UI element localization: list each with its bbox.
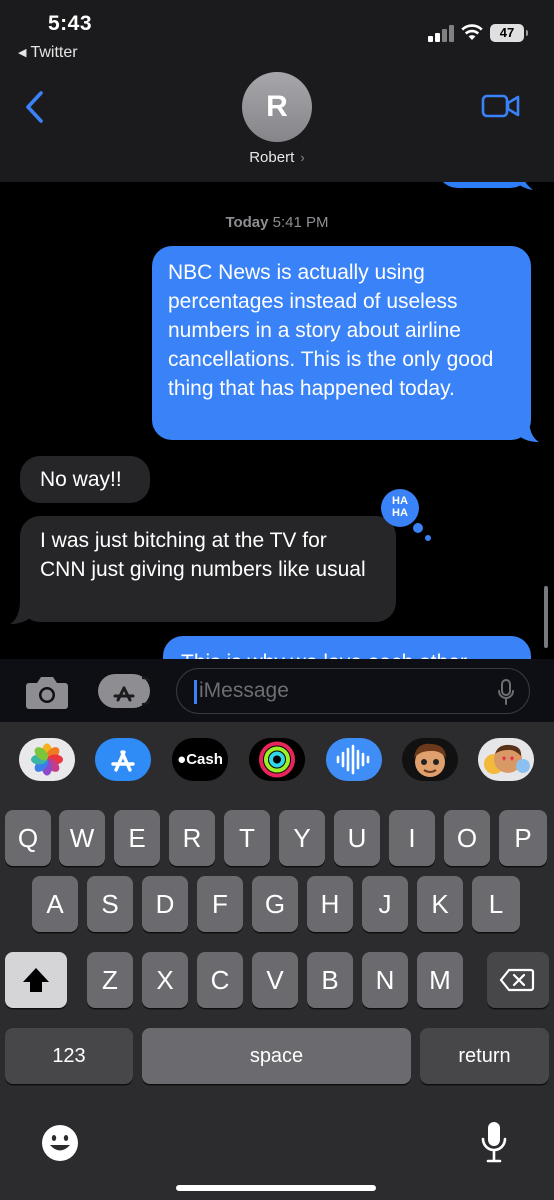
reaction-label: HA HA: [392, 495, 408, 519]
audio-message-app-button[interactable]: [326, 738, 382, 781]
outgoing-message-bubble[interactable]: NBC News is actually using percentages i…: [152, 246, 531, 440]
message-input-bar: iMessage: [0, 659, 554, 722]
delete-key[interactable]: [487, 952, 549, 1008]
key-q[interactable]: Q: [5, 810, 51, 866]
shift-key[interactable]: [5, 952, 67, 1008]
photos-app-button[interactable]: [19, 738, 75, 781]
app-store-app-button[interactable]: [95, 738, 151, 781]
key-p[interactable]: P: [499, 810, 547, 866]
message-thread[interactable]: Today 5:41 PM NBC News is actually using…: [0, 182, 554, 659]
back-app-label: Twitter: [30, 44, 78, 61]
incoming-message-bubble[interactable]: No way!!: [20, 456, 150, 503]
battery-indicator: 47: [490, 24, 528, 42]
imessage-placeholder: iMessage: [199, 679, 289, 702]
back-to-app-link[interactable]: ◀ Twitter: [18, 44, 78, 62]
apple-cash-app-button[interactable]: ●Cash: [172, 738, 228, 781]
dictation-mic-icon[interactable]: [497, 679, 515, 705]
imessage-input[interactable]: iMessage: [176, 668, 530, 714]
key-g[interactable]: G: [252, 876, 298, 932]
contact-name-label: Robert: [249, 149, 295, 166]
wifi-icon: [461, 24, 483, 40]
key-n[interactable]: N: [362, 952, 408, 1008]
haha-reaction-badge[interactable]: HA HA: [378, 488, 436, 544]
status-time: 5:43: [48, 12, 93, 35]
key-f[interactable]: F: [197, 876, 243, 932]
conversation-header: 5:43 ◀ Twitter 47 R Robert ›: [0, 0, 554, 182]
photos-icon: [31, 743, 63, 776]
app-store-glyph-icon: [113, 677, 156, 705]
dictation-icon[interactable]: [480, 1120, 508, 1164]
app-store-icon: [111, 750, 135, 772]
key-j[interactable]: J: [362, 876, 408, 932]
key-l[interactable]: L: [472, 876, 520, 932]
shift-arrow-icon: [23, 968, 49, 992]
imessage-app-drawer: ●Cash: [0, 722, 554, 800]
cash-label: Cash: [186, 751, 223, 768]
scroll-indicator[interactable]: [544, 586, 548, 648]
home-indicator[interactable]: [176, 1185, 376, 1191]
backspace-icon: [499, 968, 535, 992]
bubble-tail: [515, 418, 539, 442]
bubble-tail: [10, 600, 34, 624]
timestamp-day: Today: [225, 214, 269, 231]
back-triangle-icon: ◀: [18, 47, 27, 59]
apple-logo-icon: ●: [177, 751, 187, 768]
contact-chevron-icon: ›: [300, 150, 305, 165]
key-u[interactable]: U: [334, 810, 380, 866]
key-s[interactable]: S: [87, 876, 133, 932]
cellular-signal-icon: [428, 24, 454, 42]
emoji-icon[interactable]: [40, 1123, 80, 1163]
key-y[interactable]: Y: [279, 810, 325, 866]
text-cursor: [194, 680, 197, 704]
audio-message-icon: [336, 744, 370, 775]
memoji-stickers-app-button[interactable]: [478, 738, 534, 781]
camera-icon[interactable]: [25, 674, 69, 710]
return-key[interactable]: return: [420, 1028, 549, 1084]
memoji-stickers-icon: [484, 744, 530, 774]
key-a[interactable]: A: [32, 876, 78, 932]
contact-name-button[interactable]: Robert ›: [0, 149, 554, 166]
fitness-app-button[interactable]: [249, 738, 305, 781]
outgoing-message-bubble[interactable]: This is why we love each other: [163, 636, 531, 659]
key-w[interactable]: W: [59, 810, 105, 866]
keyboard: Q W E R T Y U I O P A S D F G H J K L Z …: [0, 800, 554, 1200]
key-o[interactable]: O: [444, 810, 490, 866]
apps-button[interactable]: [98, 674, 156, 708]
key-r[interactable]: R: [169, 810, 215, 866]
key-m[interactable]: M: [417, 952, 463, 1008]
contact-avatar[interactable]: R: [242, 72, 312, 142]
bubble-tail: [516, 182, 533, 190]
memoji-app-button[interactable]: [402, 738, 458, 781]
key-e[interactable]: E: [114, 810, 160, 866]
back-chevron-icon[interactable]: [22, 90, 46, 124]
incoming-message-bubble[interactable]: I was just bitching at the TV for CNN ju…: [20, 516, 396, 622]
key-d[interactable]: D: [142, 876, 188, 932]
video-call-icon[interactable]: [481, 92, 521, 120]
key-c[interactable]: C: [197, 952, 243, 1008]
numbers-key[interactable]: 123: [5, 1028, 133, 1084]
memoji-icon: [414, 743, 446, 777]
key-i[interactable]: I: [389, 810, 435, 866]
key-h[interactable]: H: [307, 876, 353, 932]
fitness-icon: [259, 741, 295, 778]
key-z[interactable]: Z: [87, 952, 133, 1008]
message-timestamp: Today 5:41 PM: [0, 214, 554, 231]
key-v[interactable]: V: [252, 952, 298, 1008]
key-t[interactable]: T: [224, 810, 270, 866]
key-k[interactable]: K: [417, 876, 463, 932]
space-key[interactable]: space: [142, 1028, 411, 1084]
key-x[interactable]: X: [142, 952, 188, 1008]
timestamp-time: 5:41 PM: [272, 214, 329, 231]
key-b[interactable]: B: [307, 952, 353, 1008]
